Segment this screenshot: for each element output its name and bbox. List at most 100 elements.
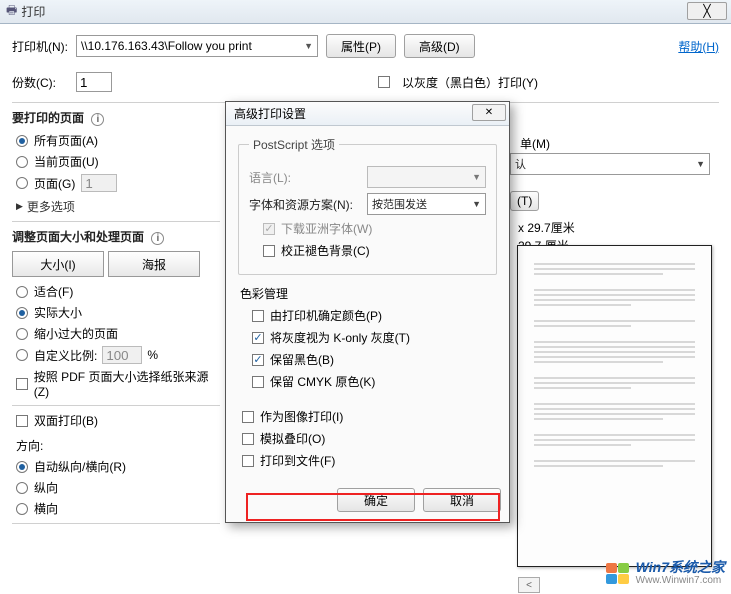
grayscale-label: 以灰度（黑白色）打印(Y) bbox=[402, 74, 538, 91]
pages-all-option[interactable]: 所有页面(A) bbox=[16, 132, 220, 149]
separator-2 bbox=[12, 221, 220, 222]
color-konly-checkbox[interactable] bbox=[252, 332, 264, 344]
print-icon: 🖶 bbox=[6, 1, 17, 22]
language-row: 语言(L): ▼ bbox=[249, 166, 486, 188]
postscript-legend: PostScript 选项 bbox=[249, 136, 339, 153]
more-options-toggle[interactable]: ▶ 更多选项 bbox=[16, 198, 220, 215]
window-title: 打印 bbox=[21, 3, 45, 20]
radio-pages[interactable] bbox=[16, 177, 28, 189]
chevron-down-icon-2: ▼ bbox=[696, 159, 705, 169]
radio-current[interactable] bbox=[16, 156, 28, 168]
as-image-checkbox[interactable] bbox=[242, 411, 254, 423]
copies-row: 份数(C): 以灰度（黑白色）打印(Y) bbox=[12, 72, 719, 92]
radio-custom[interactable] bbox=[16, 349, 28, 361]
titlebar: 🖶 打印 ╳ bbox=[0, 0, 731, 24]
printer-select[interactable]: \\10.176.163.43\Follow you print ▼ bbox=[76, 35, 318, 57]
advanced-button[interactable]: 高级(D) bbox=[404, 34, 475, 58]
chevron-down-icon-3: ▼ bbox=[472, 172, 481, 182]
right-t-button[interactable]: (T) bbox=[510, 191, 539, 211]
shrink-option[interactable]: 缩小过大的页面 bbox=[16, 325, 220, 342]
discolor-bg-option[interactable]: 校正褪色背景(C) bbox=[263, 242, 486, 259]
pages-range-option[interactable]: 页面(G) bbox=[16, 174, 220, 192]
chevron-down-icon: ▼ bbox=[304, 41, 313, 51]
radio-orient-portrait[interactable] bbox=[16, 482, 28, 494]
font-select[interactable]: 按范围发送▼ bbox=[367, 193, 486, 215]
print-to-file-checkbox[interactable] bbox=[242, 455, 254, 467]
custom-scale-input[interactable] bbox=[102, 346, 142, 364]
custom-option[interactable]: 自定义比例: % bbox=[16, 346, 220, 364]
download-fonts-option: 下载亚洲字体(W) bbox=[263, 220, 486, 237]
printer-label: 打印机(N): bbox=[12, 38, 68, 55]
choose-paper-checkbox[interactable] bbox=[16, 378, 28, 390]
color-printer-checkbox[interactable] bbox=[252, 310, 264, 322]
prev-page-button[interactable]: < bbox=[518, 577, 540, 593]
watermark-brand: Win7系统之家 bbox=[636, 560, 725, 574]
dialog-footer: 确定 取消 bbox=[226, 482, 509, 522]
window-close-button[interactable]: ╳ bbox=[687, 2, 727, 20]
page-preview bbox=[517, 245, 712, 567]
orientation-heading: 方向: bbox=[16, 437, 220, 454]
chevron-down-icon-4: ▼ bbox=[472, 199, 481, 209]
copies-input[interactable] bbox=[76, 72, 112, 92]
download-fonts-checkbox bbox=[263, 223, 275, 235]
discolor-bg-checkbox[interactable] bbox=[263, 245, 275, 257]
choose-paper-option[interactable]: 按照 PDF 页面大小选择纸张来源(Z) bbox=[16, 368, 220, 399]
ok-button[interactable]: 确定 bbox=[337, 488, 415, 512]
watermark: Win7系统之家 Www.Winwin7.com bbox=[606, 560, 725, 588]
right-combo[interactable]: 认 ▼ bbox=[510, 153, 710, 175]
simulate-option[interactable]: 模拟叠印(O) bbox=[242, 430, 497, 447]
dialog-body: PostScript 选项 语言(L): ▼ 字体和资源方案(N): 按范围发送… bbox=[226, 126, 509, 482]
watermark-url: Www.Winwin7.com bbox=[636, 574, 725, 588]
actual-option[interactable]: 实际大小 bbox=[16, 304, 220, 321]
color-cmyk-checkbox[interactable] bbox=[252, 376, 264, 388]
right-label-unit: 单(M) bbox=[520, 135, 550, 152]
dialog-close-button[interactable]: ✕ bbox=[472, 104, 506, 121]
print-to-file-option[interactable]: 打印到文件(F) bbox=[242, 452, 497, 469]
info-icon[interactable]: i bbox=[91, 113, 104, 126]
color-printer-option[interactable]: 由打印机确定颜色(P) bbox=[252, 307, 497, 324]
color-cmyk-option[interactable]: 保留 CMYK 原色(K) bbox=[252, 373, 497, 390]
info-icon-2[interactable]: i bbox=[151, 232, 164, 245]
grayscale-checkbox[interactable] bbox=[378, 76, 390, 88]
color-black-option[interactable]: 保留黑色(B) bbox=[252, 351, 497, 368]
as-image-option[interactable]: 作为图像打印(I) bbox=[242, 408, 497, 425]
printer-row: 打印机(N): \\10.176.163.43\Follow you print… bbox=[12, 34, 719, 58]
color-black-checkbox[interactable] bbox=[252, 354, 264, 366]
orientation-portrait-option[interactable]: 纵向 bbox=[16, 479, 220, 496]
radio-actual[interactable] bbox=[16, 307, 28, 319]
dialog-title: 高级打印设置 bbox=[234, 105, 306, 122]
orientation-auto-option[interactable]: 自动纵向/横向(R) bbox=[16, 458, 220, 475]
font-row: 字体和资源方案(N): 按范围发送▼ bbox=[249, 193, 486, 215]
radio-orient-landscape[interactable] bbox=[16, 503, 28, 515]
dialog-titlebar: 高级打印设置 ✕ bbox=[226, 102, 509, 126]
duplex-option[interactable]: 双面打印(B) bbox=[16, 412, 220, 429]
triangle-right-icon: ▶ bbox=[16, 201, 23, 212]
poster-tab[interactable]: 海报 bbox=[108, 251, 200, 277]
cancel-button[interactable]: 取消 bbox=[423, 488, 501, 512]
radio-fit[interactable] bbox=[16, 286, 28, 298]
left-column: 要打印的页面 i 所有页面(A) 当前页面(U) 页面(G) ▶ 更多选项 调整… bbox=[12, 109, 220, 524]
pages-input[interactable] bbox=[81, 174, 117, 192]
simulate-checkbox[interactable] bbox=[242, 433, 254, 445]
help-link[interactable]: 帮助(H) bbox=[678, 38, 719, 55]
resize-section-heading: 调整页面大小和处理页面 i bbox=[12, 228, 220, 245]
fit-option[interactable]: 适合(F) bbox=[16, 283, 220, 300]
separator-3 bbox=[12, 405, 220, 406]
windows-logo-icon bbox=[606, 563, 632, 585]
right-size1: x 29.7厘米 bbox=[518, 219, 575, 236]
advanced-settings-dialog: 高级打印设置 ✕ PostScript 选项 语言(L): ▼ 字体和资源方案(… bbox=[225, 101, 510, 523]
properties-button[interactable]: 属性(P) bbox=[326, 34, 396, 58]
size-tab[interactable]: 大小(I) bbox=[12, 251, 104, 277]
pages-current-option[interactable]: 当前页面(U) bbox=[16, 153, 220, 170]
radio-shrink[interactable] bbox=[16, 328, 28, 340]
duplex-checkbox[interactable] bbox=[16, 415, 28, 427]
language-label: 语言(L): bbox=[249, 169, 361, 186]
language-select[interactable]: ▼ bbox=[367, 166, 486, 188]
orientation-landscape-option[interactable]: 横向 bbox=[16, 500, 220, 517]
color-konly-option[interactable]: 将灰度视为 K-only 灰度(T) bbox=[252, 329, 497, 346]
radio-all[interactable] bbox=[16, 135, 28, 147]
radio-orient-auto[interactable] bbox=[16, 461, 28, 473]
postscript-fieldset: PostScript 选项 语言(L): ▼ 字体和资源方案(N): 按范围发送… bbox=[238, 136, 497, 275]
separator-4 bbox=[12, 523, 220, 524]
printer-value: \\10.176.163.43\Follow you print bbox=[81, 39, 252, 53]
